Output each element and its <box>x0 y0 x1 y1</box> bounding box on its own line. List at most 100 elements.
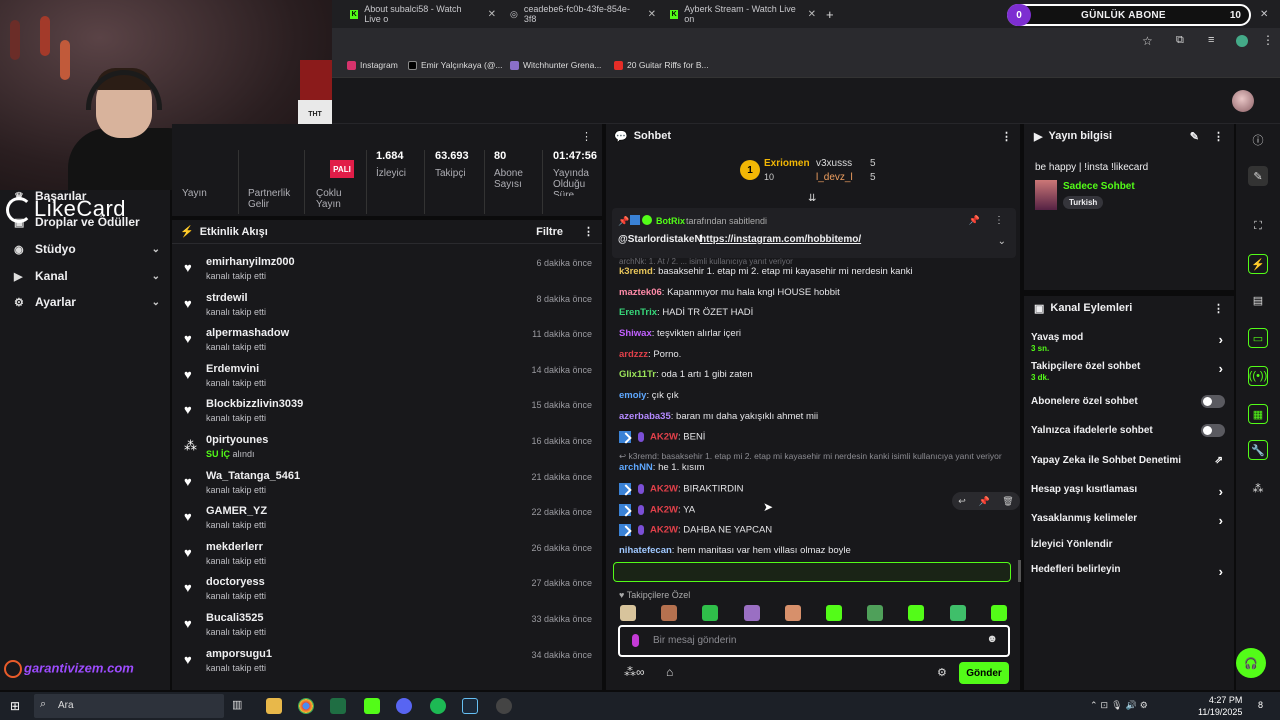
media-icon[interactable]: ≡ <box>1208 34 1214 46</box>
feed-username[interactable]: Erdemvini <box>206 363 259 375</box>
channel-action-row[interactable]: Yalnızca ifadelerle sohbet <box>1031 424 1227 437</box>
tray-icons[interactable]: ⌃⊡🎙🔊⚙ <box>1090 700 1151 711</box>
feed-username[interactable]: alpermashadow <box>206 327 289 339</box>
star-icon[interactable]: ☆ <box>1142 34 1153 48</box>
toggle-switch[interactable] <box>1201 395 1225 408</box>
wrench-icon[interactable]: 🔧 <box>1248 440 1268 460</box>
browser-tab[interactable]: K About subalci58 - Watch Live o ✕ <box>344 4 502 24</box>
feed-username[interactable]: mekderlerr <box>206 541 263 553</box>
sidebar-item-channel[interactable]: ▶ Kanal ⌄ <box>14 269 160 283</box>
profile-icon[interactable] <box>1236 35 1248 47</box>
gear-icon[interactable]: ⚙ <box>937 666 947 679</box>
edit-icon[interactable]: ✎ <box>1248 166 1268 186</box>
unpin-icon[interactable]: 📌 <box>969 215 980 226</box>
sidebar-item-settings[interactable]: ⚙ Ayarlar ⌄ <box>14 295 160 309</box>
emote-icon[interactable] <box>743 605 760 621</box>
feed-username[interactable]: GAMER_YZ <box>206 505 267 517</box>
excel-icon[interactable] <box>330 698 346 714</box>
chat-username[interactable]: Shiwax <box>619 328 652 339</box>
expand-icon[interactable]: ⇊ <box>808 193 816 204</box>
chat-username[interactable]: maztek06 <box>619 287 662 298</box>
more-icon[interactable]: ⋮ <box>1262 33 1274 47</box>
chevron-down-icon[interactable]: ⌄ <box>998 236 1006 247</box>
toggle-switch[interactable] <box>1201 424 1225 437</box>
category-link[interactable]: Sadece Sohbet <box>1063 181 1135 192</box>
feed-username[interactable]: amporsugu1 <box>206 648 272 660</box>
new-tab-button[interactable]: + <box>820 4 840 24</box>
emote-icon[interactable] <box>661 605 678 621</box>
layout-icon[interactable]: ▦ <box>1248 404 1268 424</box>
emote-icon[interactable] <box>867 605 884 621</box>
edit-icon[interactable]: ✎ <box>1190 130 1199 143</box>
pinned-link[interactable]: https://instagram.com/hobbitemo/ <box>700 234 861 245</box>
more-icon[interactable]: ⋮ <box>1213 130 1224 143</box>
close-icon[interactable]: ✕ <box>808 9 816 20</box>
chat-input[interactable]: Bir mesaj gönderin ☻ <box>618 625 1010 657</box>
feed-username[interactable]: strdewil <box>206 292 248 304</box>
bookmark[interactable]: Emir Yalçınkaya (@... <box>408 60 503 70</box>
bookmark[interactable]: Instagram <box>347 60 398 70</box>
emote-icon[interactable] <box>702 605 719 621</box>
support-button[interactable]: 🎧 <box>1236 648 1266 678</box>
emote-icon[interactable] <box>620 605 636 621</box>
info-icon[interactable]: ⓘ <box>1248 130 1268 150</box>
chat-username[interactable]: ErenTrix <box>619 307 657 318</box>
chat-username[interactable]: archNN <box>619 462 653 473</box>
emote-icon[interactable] <box>826 605 842 621</box>
second-name[interactable]: v3xusss <box>816 158 852 169</box>
clock[interactable]: 4:27 PM 11/19/2025 <box>1198 694 1242 718</box>
chat-username[interactable]: Glix11Tr <box>619 369 656 380</box>
taskview-icon[interactable]: ▥ <box>232 698 248 714</box>
close-window-icon[interactable]: ✕ <box>1254 4 1274 24</box>
channel-action-row[interactable]: Hedefleri belirleyin › <box>1031 564 1227 579</box>
kick-icon[interactable] <box>364 698 380 714</box>
chat-username[interactable]: azerbaba35 <box>619 411 671 422</box>
feed-username[interactable]: emirhanyilmz000 <box>206 256 295 268</box>
points-icon[interactable]: ⁂ <box>1248 478 1268 498</box>
more-icon[interactable]: ⋮ <box>583 225 594 238</box>
discord-icon[interactable] <box>396 698 412 714</box>
send-button[interactable]: Gönder <box>959 662 1009 684</box>
bookmark[interactable]: Witchhunter Grena... <box>510 60 601 70</box>
more-icon[interactable]: ⋮ <box>581 130 592 143</box>
feed-username[interactable]: Bucali3525 <box>206 612 263 624</box>
channel-action-row[interactable]: Yapay Zeka ile Sohbet Denetimi ⇗ <box>1031 455 1227 466</box>
emote-icon[interactable] <box>784 605 801 621</box>
pin-icon[interactable]: 📌 <box>978 496 989 507</box>
chat-username[interactable]: AK2W <box>650 432 678 443</box>
channel-action-row[interactable]: Abonelere özel sohbet <box>1031 395 1227 408</box>
stat-multistream[interactable]: Çoklu Yayın <box>316 188 356 210</box>
fullscreen-icon[interactable]: ⛶ <box>1248 216 1268 236</box>
category-thumbnail[interactable] <box>1035 180 1057 210</box>
spotify-icon[interactable] <box>430 698 446 714</box>
chat-username[interactable]: AK2W <box>650 484 678 495</box>
steam-icon[interactable] <box>462 698 478 714</box>
filter-button[interactable]: Filtre <box>536 226 563 238</box>
more-icon[interactable]: ⋮ <box>1001 130 1012 143</box>
chat-username[interactable]: nihatefecan <box>619 545 672 556</box>
emote-icon[interactable] <box>949 605 966 621</box>
close-icon[interactable]: ✕ <box>488 9 496 20</box>
feed-username[interactable]: Blockbizzlivin3039 <box>206 398 303 410</box>
chat-username[interactable]: ardzzz <box>619 349 648 360</box>
feed-username[interactable]: 0pirtyounes <box>206 434 268 446</box>
chat-icon[interactable]: ▭ <box>1248 328 1268 348</box>
taskbar-search[interactable]: ⌕ Ara <box>34 694 224 718</box>
channel-action-row[interactable]: Hesap yaşı kısıtlaması › <box>1031 484 1227 499</box>
more-icon[interactable]: ⋮ <box>1213 302 1224 315</box>
emote-icon[interactable] <box>908 605 925 621</box>
chat-username[interactable]: AK2W <box>650 505 678 516</box>
scrollbar[interactable] <box>1018 560 1021 582</box>
stat-partner[interactable]: Partnerlik Gelir <box>248 188 298 210</box>
channel-action-row[interactable]: İzleyici Yönlendir <box>1031 539 1227 550</box>
leader-name[interactable]: Exriomen <box>764 158 810 169</box>
store-icon[interactable]: ⌂ <box>666 665 673 679</box>
avatar[interactable] <box>1232 90 1254 112</box>
document-icon[interactable]: ▤ <box>1248 290 1268 310</box>
file-explorer-icon[interactable] <box>266 698 282 714</box>
stat-stream[interactable]: Yayın <box>182 188 207 199</box>
more-icon[interactable]: ⋮ <box>994 215 1004 226</box>
broadcast-icon[interactable]: ((•)) <box>1248 366 1268 386</box>
sidebar-item-studio[interactable]: ◉ Stüdyo ⌄ <box>14 242 160 256</box>
feed-username[interactable]: doctoryess <box>206 576 265 588</box>
